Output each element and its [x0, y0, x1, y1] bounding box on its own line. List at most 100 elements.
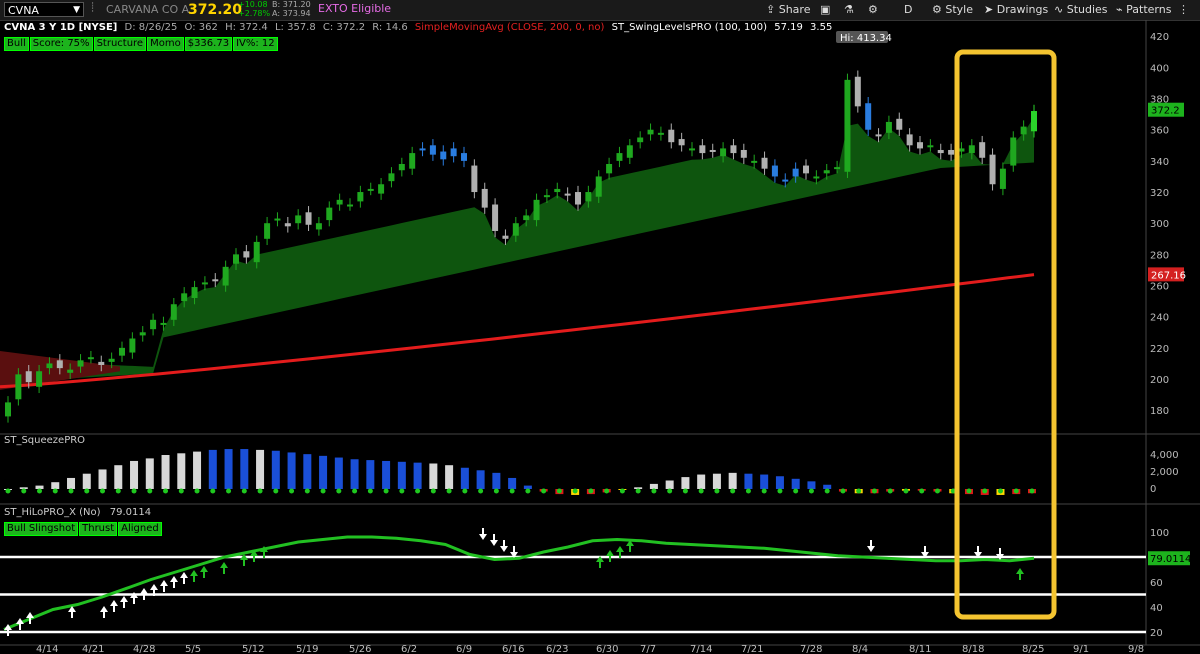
date-tick-label: 9/1	[1073, 644, 1089, 654]
candle-body	[367, 188, 374, 191]
squeeze-dot	[997, 488, 1003, 494]
candle-body	[212, 279, 219, 282]
squeeze-tick-label: 2,000	[1150, 467, 1179, 478]
squeeze-dot	[446, 488, 452, 494]
squeeze-dot	[619, 488, 625, 494]
candle-body	[637, 137, 644, 143]
squeeze-bar	[712, 473, 721, 489]
squeeze-dot	[383, 488, 389, 494]
candle-body	[585, 192, 592, 202]
candle-body	[5, 402, 11, 417]
squeeze-dot	[415, 488, 421, 494]
candle-body	[347, 204, 353, 207]
candle-body	[492, 204, 499, 231]
squeeze-dot	[336, 488, 342, 494]
candle-body	[865, 103, 872, 130]
squeeze-dot	[793, 488, 799, 494]
squeeze-dot	[178, 488, 184, 494]
squeeze-dot	[1013, 488, 1019, 494]
candle-body	[461, 153, 467, 161]
squeeze-dot	[714, 488, 720, 494]
up-arrow-icon	[110, 600, 118, 612]
hilo-tick-label: 100	[1150, 528, 1169, 539]
candle-body	[626, 145, 633, 158]
candle-body	[761, 157, 768, 169]
candle-body	[1031, 111, 1037, 132]
price-tick-label: 320	[1150, 188, 1169, 199]
squeeze-bar	[697, 474, 706, 489]
date-tick-label: 6/9	[456, 644, 472, 654]
arrow-head	[110, 600, 118, 606]
hilo-tick-label: 20	[1150, 628, 1163, 639]
squeeze-dot	[856, 488, 862, 494]
squeeze-dot	[163, 488, 169, 494]
candle-body	[305, 212, 312, 225]
candle-body	[160, 322, 167, 325]
arrow-head	[479, 534, 487, 540]
squeeze-bar	[760, 474, 769, 489]
candle-body	[388, 173, 395, 182]
candle-body	[284, 223, 291, 227]
up-arrow-icon	[120, 596, 128, 608]
date-tick-label: 8/11	[909, 644, 931, 654]
squeeze-dot	[367, 488, 373, 494]
squeeze-bar	[728, 472, 737, 489]
squeeze-bar	[271, 450, 280, 489]
candle-body	[129, 338, 136, 353]
chart-canvas[interactable]: 4204003803603403203002802602402202001803…	[0, 0, 1200, 654]
price-tick-label: 280	[1150, 250, 1169, 261]
squeeze-bar	[334, 457, 343, 489]
date-tick-label: 5/19	[296, 644, 318, 654]
date-tick-label: 4/21	[82, 644, 104, 654]
candle-body	[481, 188, 488, 208]
candle-body	[575, 192, 581, 205]
squeeze-tick-label: 4,000	[1150, 450, 1179, 461]
candle-body	[67, 369, 74, 373]
candle-body	[813, 176, 820, 179]
arrow-head	[1016, 568, 1024, 574]
squeeze-bar	[303, 454, 312, 489]
squeeze-dot	[745, 488, 751, 494]
squeeze-dot	[289, 488, 295, 494]
up-arrow-icon	[160, 580, 168, 592]
squeeze-dot	[934, 488, 940, 494]
candle-body	[77, 360, 84, 367]
price-tick-label: 260	[1150, 282, 1169, 293]
candle-body	[834, 167, 841, 170]
squeeze-dot	[462, 488, 468, 494]
squeeze-dot	[131, 488, 137, 494]
candle-body	[937, 149, 944, 154]
squeeze-dot	[68, 488, 74, 494]
candle-body	[554, 188, 561, 193]
candle-body	[46, 363, 53, 369]
candle-body	[440, 151, 447, 160]
price-tick-label: 240	[1150, 313, 1169, 324]
date-tick-label: 9/8	[1128, 644, 1144, 654]
swing-cloud	[8, 117, 1034, 383]
candle-body	[108, 358, 115, 362]
squeeze-dot	[210, 488, 216, 494]
candle-body	[233, 254, 239, 264]
price-tick-label: 400	[1150, 63, 1169, 74]
candle-body	[119, 347, 125, 356]
squeeze-bar	[382, 460, 391, 489]
candle-body	[668, 129, 675, 143]
candle-body	[450, 148, 457, 157]
up-arrow-icon	[180, 572, 188, 584]
candle-body	[471, 165, 478, 193]
candle-body	[56, 360, 63, 369]
squeeze-bar	[744, 473, 753, 489]
candle-body	[1010, 137, 1017, 166]
arrow-head	[150, 584, 158, 590]
high-label: Hi: 413.34	[840, 33, 892, 44]
candle-body	[398, 164, 405, 171]
up-arrow-icon	[100, 606, 108, 618]
down-arrow-icon	[867, 540, 875, 552]
hilo-value-tag: 79.0114	[1150, 554, 1191, 565]
candle-body	[523, 215, 530, 221]
candle-body	[139, 332, 146, 336]
price-tick-label: 180	[1150, 406, 1169, 417]
price-tick-label: 360	[1150, 126, 1169, 137]
squeeze-dot	[430, 488, 436, 494]
up-arrow-icon	[606, 550, 614, 562]
